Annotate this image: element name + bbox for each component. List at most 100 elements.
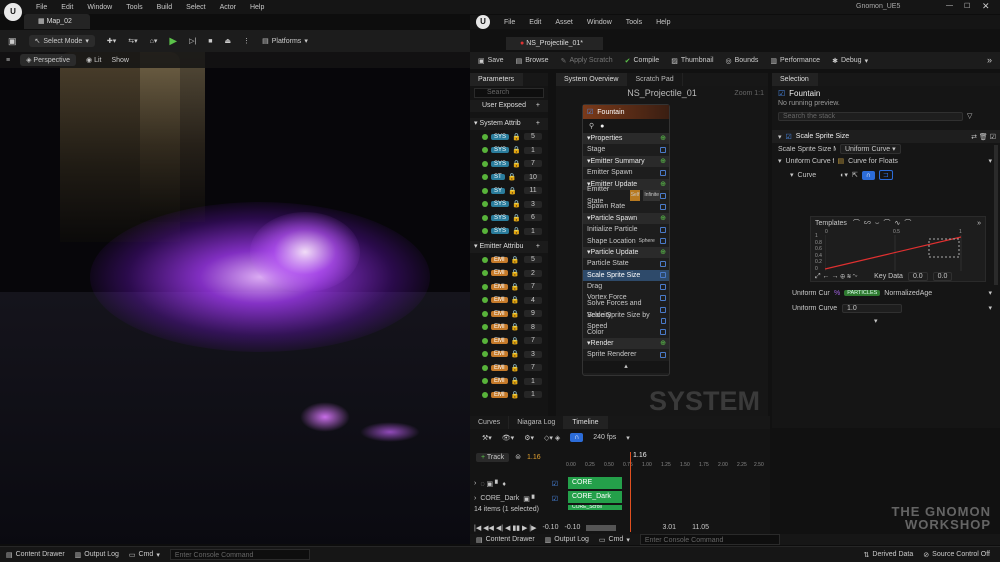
module-enabled-checkbox[interactable]	[660, 204, 666, 211]
fountain-emitter-node[interactable]: ☑ Fountain ⚲ ● ▾ Properties ⊕ Stage ▾ Emitter…	[582, 104, 670, 376]
snap-icon[interactable]: ⚙▾	[524, 434, 534, 442]
node-module-row[interactable]: Sprite Renderer	[583, 349, 669, 360]
save-icon[interactable]: ▣	[8, 36, 17, 47]
module-enabled-checkbox[interactable]	[660, 238, 666, 245]
transport-controls[interactable]: |◀ ◀◀ ◀| ◀ ▮▮ ▶ |▶	[474, 524, 537, 532]
unreal-logo-icon[interactable]: U	[4, 3, 22, 21]
tab-curves[interactable]: Curves	[470, 416, 510, 429]
expand-icon[interactable]: ›	[474, 480, 476, 487]
menu-actor[interactable]: Actor	[220, 4, 236, 11]
emitter-attribute-row[interactable]: EMI 🔒 5	[470, 253, 548, 267]
tab-parameters[interactable]: Parameters	[470, 73, 524, 86]
tab-system-overview[interactable]: System Overview	[556, 73, 628, 86]
keys-icon[interactable]: ◇▾ ◈	[544, 434, 560, 442]
system-attribute-row[interactable]: SYS 🔒 7	[470, 157, 548, 171]
system-attribute-row[interactable]: SYS 🔒 1	[470, 144, 548, 158]
node-module-row[interactable]: Particle State	[583, 258, 669, 269]
thumbnail-button[interactable]: ▨ Thumbnail	[671, 57, 713, 65]
niagara-menu-window[interactable]: Window	[587, 19, 612, 26]
view-icon[interactable]: 👁▾	[502, 434, 514, 442]
track-checkbox[interactable]: ☑	[552, 495, 558, 503]
tab-niagara-log[interactable]: Niagara Log	[509, 416, 565, 429]
node-section-header[interactable]: ▾ Emitter Summary ⊕	[583, 155, 669, 168]
module-enabled-checkbox[interactable]	[660, 169, 666, 176]
tab-scratch-pad[interactable]: Scratch Pad	[627, 73, 683, 86]
eject-button[interactable]: ⏏	[225, 37, 232, 45]
minimize-button[interactable]: —	[946, 2, 953, 9]
menu-select[interactable]: Select	[186, 4, 205, 11]
module-enabled-checkbox[interactable]	[660, 317, 666, 324]
add-module-icon[interactable]: ⊕	[660, 133, 666, 144]
add-module-icon[interactable]: ⊕	[660, 338, 666, 349]
range-end[interactable]: 11.05	[692, 524, 709, 531]
output-log-button[interactable]: ▥ Output Log	[75, 551, 119, 559]
add-emitter-param-icon[interactable]: +	[536, 241, 540, 253]
module-enabled-checkbox[interactable]	[660, 192, 666, 199]
fountain-checkbox[interactable]: ☑	[778, 89, 785, 98]
menu-edit[interactable]: Edit	[61, 4, 73, 11]
module-enabled-checkbox[interactable]	[660, 329, 666, 336]
chevron-down-icon[interactable]: ▾	[988, 304, 992, 312]
node-section-header[interactable]: ▾ Particle Spawn ⊕	[583, 212, 669, 225]
node-module-row[interactable]: Shape Location Sphere	[583, 236, 669, 247]
node-collapse-icon[interactable]: ▴	[583, 360, 669, 373]
node-module-row[interactable]: Scale Sprite Size by Speed	[583, 312, 669, 330]
range-view-start[interactable]: -0.10	[564, 524, 580, 531]
pin-icon[interactable]: ⚲	[589, 122, 594, 130]
niagara-menu-edit[interactable]: Edit	[529, 19, 541, 26]
range-slider[interactable]	[586, 524, 617, 531]
module-enabled-checkbox[interactable]	[660, 226, 666, 233]
chevron-down-icon[interactable]: ▾	[988, 289, 992, 297]
module-enabled-checkbox[interactable]	[660, 272, 666, 279]
curve-expand-icon[interactable]: ▾	[790, 171, 794, 179]
platforms-dropdown[interactable]: ▤ Platforms ▾	[262, 37, 308, 46]
key-value-field[interactable]: 0.0	[932, 272, 953, 281]
node-module-row[interactable]: Scale Sprite Size	[583, 269, 669, 282]
node-module-row[interactable]: Drag	[583, 281, 669, 292]
add-system-param-icon[interactable]: +	[536, 118, 540, 130]
emitter-attribute-row[interactable]: EMI 🔒 7	[470, 334, 548, 348]
curve-editor[interactable]: Templates ⌒∽⌣⌒∿⌒» 1 0.8 0.6 0.4 0.2 0 0 0.5 1 …	[810, 216, 986, 282]
system-attribute-row[interactable]: SYS 🔒 1	[470, 225, 548, 239]
add-module-icon[interactable]: ⊕	[660, 156, 666, 167]
add-track-button[interactable]: + Track	[476, 452, 510, 462]
emitter-attribute-row[interactable]: EMI 🔒 4	[470, 294, 548, 308]
curve-scale-field[interactable]: 1.0	[842, 303, 902, 313]
template-curves-icon[interactable]: ⌒∽⌣⌒∿⌒	[853, 218, 915, 228]
maximize-button[interactable]: ☐	[964, 2, 970, 10]
timeline-magnet-icon[interactable]: ∩	[570, 433, 584, 442]
niagara-output-log-button[interactable]: ▥ Output Log	[545, 536, 589, 544]
system-attribute-row[interactable]: ST 🔒 10	[470, 171, 548, 185]
clip-core-scroll[interactable]: CORE_Scroll	[568, 505, 622, 510]
curve-graph[interactable]	[825, 235, 975, 271]
node-section-header[interactable]: ▾ Particle Update ⊕	[583, 246, 669, 259]
curve-magnet-icon[interactable]: ∩	[861, 170, 875, 180]
save-asset-button[interactable]: ▣ Save	[478, 57, 504, 65]
chevron-down-icon[interactable]: ▾	[874, 317, 878, 325]
perspective-button[interactable]: ◈ Perspective	[20, 54, 76, 66]
emitter-attribute-row[interactable]: EMI 🔒 9	[470, 307, 548, 321]
range-start[interactable]: -0.10	[543, 524, 559, 531]
add-module-icon[interactable]: ⊕	[660, 247, 666, 258]
select-mode-dropdown[interactable]: ↖ Select Mode ▾	[28, 35, 95, 47]
add-module-icon[interactable]: ⊕	[660, 213, 666, 224]
system-attribute-row[interactable]: SYS 🔒 5	[470, 130, 548, 144]
module-enabled-checkbox[interactable]: ☑	[786, 133, 792, 141]
play-button[interactable]: ▶	[169, 36, 177, 47]
more-button[interactable]: ⋮	[243, 37, 250, 45]
niagara-cmd-dropdown[interactable]: ▭ Cmd ▾	[599, 536, 630, 544]
bounds-button[interactable]: ◎ Bounds	[726, 57, 759, 65]
module-enabled-checkbox[interactable]	[660, 306, 666, 313]
templates-more-icon[interactable]: »	[977, 220, 981, 227]
module-actions-icon[interactable]: ⇄ 🗑 ☑	[971, 133, 996, 141]
curve-fit-icon[interactable]: ⊐	[878, 170, 893, 180]
niagara-menu-asset[interactable]: Asset	[555, 19, 573, 26]
render-preview-icon[interactable]: ●	[600, 123, 604, 130]
menu-file[interactable]: File	[36, 4, 47, 11]
selection-scrollbar[interactable]	[994, 145, 998, 285]
scale-mode-dropdown[interactable]: Uniform Curve ▾	[840, 144, 901, 154]
browse-button[interactable]: ▤ Browse	[516, 57, 549, 65]
cinematics-icon[interactable]: ⌂▾	[150, 37, 158, 45]
collapse-module-icon[interactable]: ▾	[778, 133, 782, 141]
key-time-field[interactable]: 0.0	[907, 272, 928, 281]
